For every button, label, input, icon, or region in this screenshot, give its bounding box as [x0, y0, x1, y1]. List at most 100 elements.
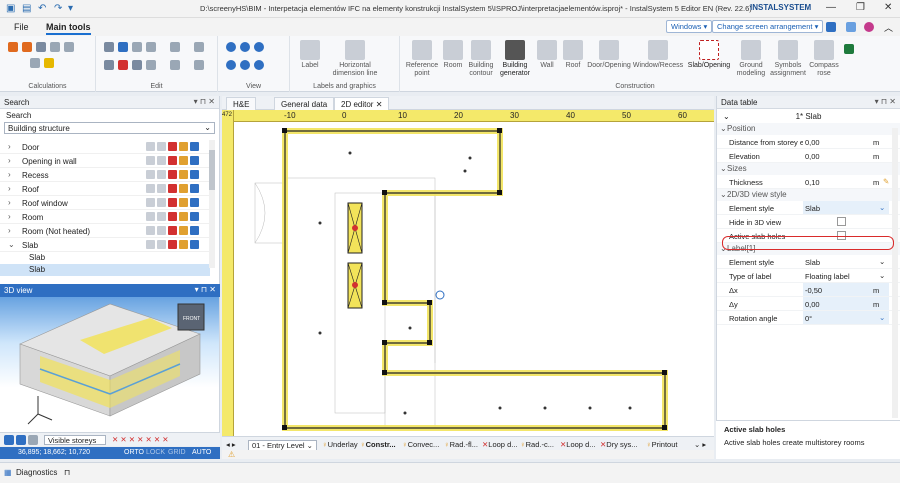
- edit-icon[interactable]: [179, 156, 188, 165]
- 3d-model-render[interactable]: FRONT: [0, 284, 220, 432]
- symbols-assignment-button[interactable]: Symbols assignment: [768, 40, 808, 78]
- tree-item[interactable]: › Room: [0, 210, 210, 224]
- drawing-canvas[interactable]: [235, 123, 714, 436]
- undo-icon[interactable]: ↶: [38, 3, 46, 14]
- chevron-down-icon[interactable]: ⌄: [879, 313, 885, 322]
- delete-icon[interactable]: [168, 184, 177, 193]
- tree-item[interactable]: › Door: [0, 140, 210, 154]
- monitor-icon[interactable]: [826, 22, 836, 32]
- mirror-icon[interactable]: [170, 60, 180, 70]
- distribute-icon[interactable]: [194, 42, 204, 52]
- compass-rose-button[interactable]: Compass rose: [804, 40, 844, 78]
- edit-icon[interactable]: [179, 226, 188, 235]
- layer-radiant-floor[interactable]: ♀Rad.-fl...: [444, 440, 478, 449]
- layer-dry-system[interactable]: ✕Dry sys...: [600, 440, 638, 449]
- slab-outline[interactable]: [282, 128, 668, 431]
- reference-point-button[interactable]: Reference point: [402, 40, 442, 78]
- lock-toggle[interactable]: LOCK: [146, 449, 165, 456]
- select-all-icon[interactable]: [146, 198, 155, 207]
- chevron-right-icon[interactable]: ›: [8, 198, 11, 207]
- grid-toggle[interactable]: GRID: [168, 449, 186, 456]
- profile-icon[interactable]: [864, 22, 874, 32]
- rotate-icon[interactable]: [194, 60, 204, 70]
- info-icon[interactable]: [190, 198, 199, 207]
- maximize-icon[interactable]: ❐: [856, 2, 865, 13]
- zoom-out-icon[interactable]: [240, 42, 250, 52]
- info-icon[interactable]: [190, 156, 199, 165]
- select-icon[interactable]: [157, 142, 166, 151]
- tab-2d-editor[interactable]: 2D editor ✕: [334, 97, 390, 110]
- select-all-icon[interactable]: [146, 212, 155, 221]
- info-icon[interactable]: [190, 226, 199, 235]
- select-all-icon[interactable]: [146, 170, 155, 179]
- heater-icon[interactable]: [44, 58, 54, 68]
- tab-he[interactable]: H&E: [226, 97, 257, 110]
- select-all-icon[interactable]: [146, 142, 155, 151]
- floor-plan[interactable]: [235, 123, 714, 436]
- tree-subitem-selected[interactable]: Slab: [0, 264, 210, 276]
- property-row[interactable]: Δx -0,50 m: [717, 283, 900, 297]
- layer-loop-d2[interactable]: ✕Loop d...: [560, 440, 596, 449]
- ruler-top[interactable]: -10 0 10 20 30 40 50 60: [234, 110, 714, 122]
- menu-file[interactable]: File: [14, 22, 29, 32]
- pin-icon[interactable]: ⊓: [64, 468, 70, 477]
- filter-icon[interactable]: [28, 435, 38, 445]
- tree-scrollbar[interactable]: [209, 140, 215, 268]
- close-tab-icon[interactable]: ✕: [376, 100, 383, 109]
- ground-modeling-button[interactable]: Ground modeling: [732, 40, 770, 78]
- label-type-select[interactable]: Floating label: [803, 269, 889, 282]
- search-category-select[interactable]: Building structure ⌄: [4, 122, 215, 134]
- property-row[interactable]: Δy 0,00 m: [717, 297, 900, 311]
- tree-item[interactable]: › Room (Not heated): [0, 224, 210, 238]
- info-icon[interactable]: [190, 212, 199, 221]
- fill-icon[interactable]: [50, 42, 60, 52]
- calc-settings-icon[interactable]: [36, 42, 46, 52]
- edit-icon[interactable]: [179, 170, 188, 179]
- tree-item[interactable]: › Opening in wall: [0, 154, 210, 168]
- paste-icon[interactable]: [118, 42, 128, 52]
- layer-radiant-ceiling[interactable]: ♀Rad.-c...: [520, 440, 554, 449]
- property-row[interactable]: Rotation angle 0° ⌄: [717, 311, 900, 325]
- windows-dropdown[interactable]: Windows ▾: [666, 20, 713, 33]
- delete-icon[interactable]: [168, 212, 177, 221]
- chevron-down-icon[interactable]: ⌄: [879, 203, 885, 212]
- tree-subitem[interactable]: Slab: [0, 252, 210, 264]
- redo-icon[interactable]: ↷: [54, 3, 62, 14]
- edit-icon[interactable]: [179, 184, 188, 193]
- property-row[interactable]: Hide in 3D view: [717, 215, 900, 229]
- reference-point-icon[interactable]: [435, 290, 445, 300]
- slab-opening[interactable]: [347, 202, 363, 254]
- select-icon[interactable]: [157, 156, 166, 165]
- scrollbar-thumb[interactable]: [209, 150, 215, 190]
- edit-icon[interactable]: [179, 142, 188, 151]
- chevron-down-icon[interactable]: ⌄: [879, 271, 885, 280]
- delete-icon[interactable]: [168, 156, 177, 165]
- property-row[interactable]: Element style Slab ⌄: [717, 255, 900, 269]
- copy-icon[interactable]: [104, 42, 114, 52]
- property-value[interactable]: 0°: [803, 311, 889, 324]
- chevron-down-icon[interactable]: ⌄: [879, 257, 885, 266]
- zoom-all-icon[interactable]: [226, 60, 236, 70]
- tree-item-expanded[interactable]: ⌄ Slab: [0, 238, 210, 252]
- delete-icon[interactable]: [168, 198, 177, 207]
- property-row[interactable]: Thickness 0,10 m ✎: [717, 175, 900, 189]
- edit-icon[interactable]: [179, 212, 188, 221]
- section-position[interactable]: ⌄ Position: [717, 123, 900, 135]
- delete-icon[interactable]: [168, 142, 177, 151]
- pipe-icon[interactable]: [30, 58, 40, 68]
- auto-toggle[interactable]: AUTO: [192, 449, 211, 456]
- warning-icon[interactable]: ⚠: [228, 450, 235, 459]
- cut-icon[interactable]: [104, 60, 114, 70]
- layer-underlay[interactable]: ♀Underlay: [322, 440, 358, 449]
- data-table-scrollbar[interactable]: [892, 128, 898, 418]
- select-icon[interactable]: [157, 212, 166, 221]
- tree-item[interactable]: › Recess: [0, 168, 210, 182]
- select-icon[interactable]: [157, 170, 166, 179]
- label-button[interactable]: Label: [290, 40, 330, 70]
- zoom-window-icon[interactable]: [254, 42, 264, 52]
- zoom-extents-icon[interactable]: [254, 60, 264, 70]
- clone-icon[interactable]: [132, 42, 142, 52]
- group-icon[interactable]: [132, 60, 142, 70]
- new-file-icon[interactable]: ▤: [22, 3, 31, 14]
- close-icon[interactable]: ✕: [884, 2, 892, 13]
